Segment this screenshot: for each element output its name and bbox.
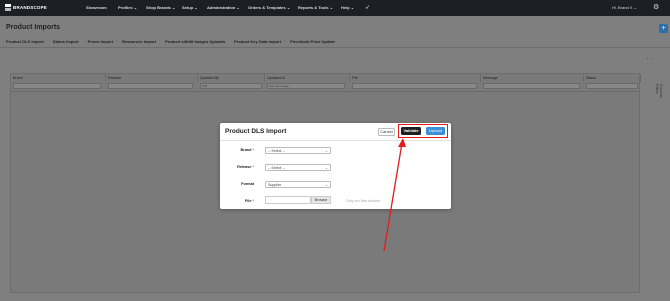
- pager-arrows[interactable]: ‹ ›: [647, 56, 652, 61]
- brand-logo[interactable]: BRANDSCOPE: [5, 4, 47, 11]
- highlight-box: [398, 124, 448, 138]
- product-dls-import-modal: Product DLS Import Cancel Validate Uploa…: [220, 123, 451, 209]
- grid-header-divider: [11, 91, 639, 92]
- filter-release[interactable]: [108, 83, 193, 89]
- column-header-release[interactable]: Release: [106, 74, 198, 82]
- file-input[interactable]: [265, 196, 311, 204]
- column-header-status[interactable]: Status: [584, 74, 641, 82]
- brand-select[interactable]: -- Select -- ⌄: [265, 147, 331, 154]
- nav-shop-brands[interactable]: Shop Brands ⌄: [146, 5, 175, 10]
- browse-button[interactable]: Browse: [311, 196, 331, 204]
- columns-panel-toggle[interactable]: Columns: [659, 84, 663, 98]
- column-header-message[interactable]: Message: [481, 74, 584, 82]
- format-select[interactable]: Supplier ⌄: [265, 181, 331, 188]
- nav-showroom[interactable]: Showroom: [86, 5, 107, 10]
- add-button[interactable]: +: [659, 24, 668, 33]
- rocket-icon[interactable]: ➶: [365, 4, 370, 11]
- user-greeting[interactable]: Hi, Brand X ⌄: [612, 5, 637, 10]
- modal-header-divider: [220, 140, 451, 141]
- cancel-button[interactable]: Cancel: [378, 128, 395, 136]
- chevron-down-icon: ⌄: [324, 166, 328, 170]
- release-select[interactable]: -- Select -- ⌄: [265, 164, 331, 171]
- filter-file[interactable]: [352, 83, 477, 89]
- filter-updated-at[interactable]: Ast Low Image: [267, 83, 345, 89]
- filter-brand[interactable]: [13, 83, 101, 89]
- logo-icon: [5, 4, 11, 11]
- nav-administration[interactable]: Administration ⌄: [207, 5, 240, 10]
- grid-side-panel: Columns Filters: [655, 84, 663, 110]
- filter-status[interactable]: [586, 83, 638, 89]
- page-title: Product Imports: [6, 24, 61, 31]
- brand-label: Brand *: [240, 148, 254, 152]
- tabs-divider: [0, 47, 670, 48]
- chevron-down-icon: ⌄: [324, 149, 328, 153]
- gear-icon[interactable]: ⚙: [653, 3, 659, 11]
- nav-orders-templates[interactable]: Orders & Templates ⌄: [248, 5, 290, 10]
- filter-updated-by[interactable]: (All): [200, 83, 262, 89]
- modal-title: Product DLS Import: [225, 128, 287, 135]
- chevron-down-icon: ⌄: [324, 183, 328, 187]
- format-label: Format: [241, 182, 254, 186]
- file-label: File *: [244, 199, 254, 203]
- nav-reports-tools[interactable]: Reports & Tools ⌄: [298, 5, 333, 10]
- column-header-brand[interactable]: Brand: [11, 74, 106, 82]
- file-hint: Only xxx files allowed: [346, 199, 381, 203]
- nav-help[interactable]: Help ⌄: [341, 5, 354, 10]
- column-header-file[interactable]: File: [350, 74, 481, 82]
- nav-setup[interactable]: Setup ⌄: [182, 5, 198, 10]
- nav-profiles[interactable]: Profiles ⌄: [118, 5, 137, 10]
- column-header-updated-at[interactable]: Updated At: [265, 74, 350, 82]
- top-navbar: BRANDSCOPE Showroom Profiles ⌄ Shop Bran…: [0, 0, 670, 16]
- filter-message[interactable]: [483, 83, 580, 89]
- logo-text: BRANDSCOPE: [13, 5, 48, 10]
- column-header-updated-by[interactable]: Updated By: [198, 74, 265, 82]
- release-label: Release *: [237, 165, 254, 169]
